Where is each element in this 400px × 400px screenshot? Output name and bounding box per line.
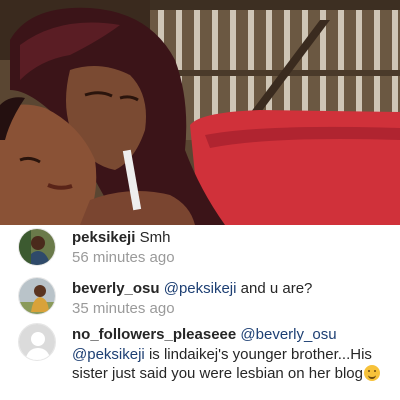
user-avatar-photo[interactable] <box>18 277 56 315</box>
comment-username[interactable]: peksikeji <box>72 229 135 246</box>
comment-timestamp: 56 minutes ago <box>72 249 175 266</box>
post-photo[interactable] <box>0 0 400 225</box>
comment-timestamp: 35 minutes ago <box>72 300 175 317</box>
comments-section: peksikeji Smh 56 minutes ago beverly_osu… <box>0 225 400 400</box>
smiling-emoji-icon <box>364 365 380 381</box>
comment-mention[interactable]: @peksikeji <box>72 346 145 363</box>
user-avatar-photo[interactable] <box>18 228 56 266</box>
comment-text: Smh <box>139 229 171 246</box>
comment-username[interactable]: no_followers_pleaseee <box>72 326 236 343</box>
photo-of-two-women <box>0 0 400 225</box>
comment-username[interactable]: beverly_osu <box>72 280 160 297</box>
comment-mention[interactable]: @beverly_osu <box>240 326 336 343</box>
comment-text: and u are? <box>240 280 313 297</box>
comment-mention[interactable]: @peksikeji <box>164 280 237 297</box>
default-avatar-icon[interactable] <box>18 323 56 361</box>
